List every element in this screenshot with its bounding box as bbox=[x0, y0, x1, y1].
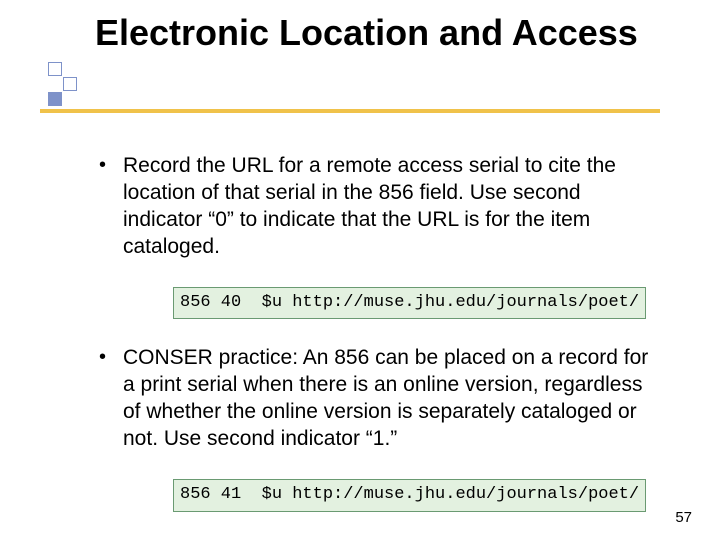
decorative-square-icon bbox=[48, 92, 62, 106]
marc-code-example: 856 40 $u http://muse.jhu.edu/journals/p… bbox=[173, 287, 646, 320]
title-wrap: Electronic Location and Access bbox=[95, 12, 655, 53]
page-number: 57 bbox=[675, 509, 692, 526]
marc-code-example: 856 41 $u http://muse.jhu.edu/journals/p… bbox=[173, 479, 646, 512]
title-underline bbox=[40, 109, 660, 113]
decorative-square-icon bbox=[63, 77, 77, 91]
slide: Electronic Location and Access Record th… bbox=[0, 0, 720, 540]
bullet-text: CONSER practice: An 856 can be placed on… bbox=[123, 346, 648, 450]
bullet-item: Record the URL for a remote access seria… bbox=[95, 153, 655, 261]
bullet-text: Record the URL for a remote access seria… bbox=[123, 154, 616, 258]
slide-title: Electronic Location and Access bbox=[95, 12, 655, 53]
slide-body: Record the URL for a remote access seria… bbox=[95, 135, 655, 520]
bullet-item: CONSER practice: An 856 can be placed on… bbox=[95, 345, 655, 453]
decorative-square-icon bbox=[48, 62, 62, 76]
